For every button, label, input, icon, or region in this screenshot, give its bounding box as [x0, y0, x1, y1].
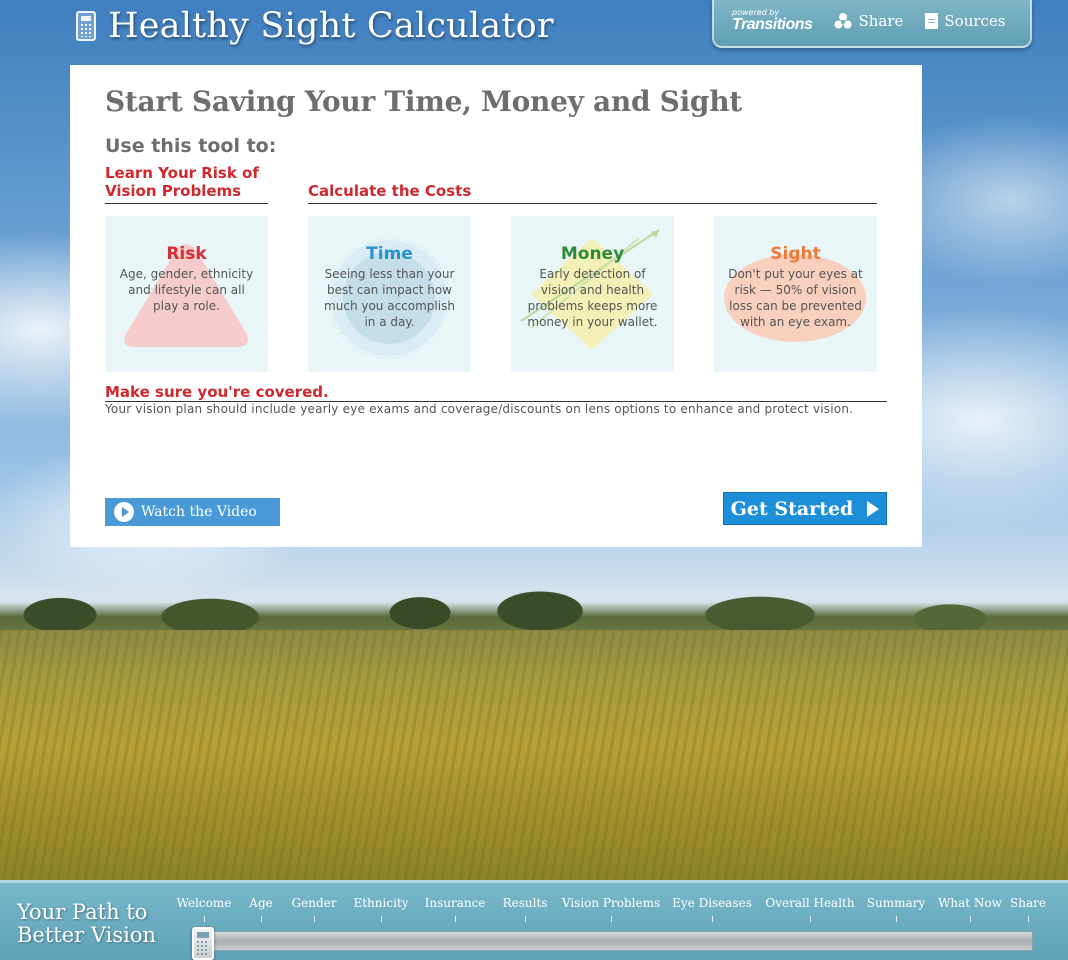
step-age[interactable]: Age [249, 896, 272, 910]
get-started-label: Get Started [730, 497, 854, 520]
step-ethnicity[interactable]: Ethnicity [353, 896, 408, 910]
risk-tile: Risk Age, gender, ethnicity and lifestyl… [105, 216, 268, 372]
step-tick [381, 916, 382, 922]
progress-track[interactable] [213, 931, 1033, 951]
tile-text: Early detection of vision and health pro… [527, 267, 658, 329]
step-eye-diseases[interactable]: Eye Diseases [672, 896, 752, 910]
step-tick [525, 916, 526, 922]
step-tick [1028, 916, 1029, 922]
step-tick [712, 916, 713, 922]
tile-title: Risk [166, 244, 207, 264]
step-tick [314, 916, 315, 922]
progress-footer: Your Path to Better Vision Welcome Age G… [0, 880, 1068, 960]
brand-name: Transitions [732, 16, 813, 33]
arrow-right-icon [867, 500, 880, 517]
time-tile: Time Seeing less than your best can impa… [308, 216, 471, 372]
path-title: Your Path to Better Vision [17, 900, 157, 947]
step-tick [810, 916, 811, 922]
watch-video-button[interactable]: Watch the Video [105, 498, 280, 526]
step-nav: Welcome Age Gender Ethnicity Insurance R… [176, 896, 1056, 926]
background-treeline [0, 575, 1068, 635]
step-tick [261, 916, 262, 922]
step-welcome[interactable]: Welcome [177, 896, 232, 910]
get-started-button[interactable]: Get Started [723, 492, 887, 525]
step-vision-problems[interactable]: Vision Problems [562, 896, 660, 910]
money-tile: Money Early detection of vision and heal… [511, 216, 674, 372]
watch-video-label: Watch the Video [141, 504, 257, 520]
sources-label: Sources [944, 12, 1006, 30]
step-insurance[interactable]: Insurance [425, 896, 486, 910]
covered-heading: Make sure you're covered. [105, 383, 887, 402]
app-title-text: Healthy Sight Calculator [108, 6, 554, 46]
step-share[interactable]: Share [1010, 896, 1046, 910]
tool-label: Use this tool to: [105, 135, 277, 157]
document-icon [925, 13, 939, 29]
step-overall-health[interactable]: Overall Health [765, 896, 854, 910]
step-tick [611, 916, 612, 922]
tile-text: Don't put your eyes at risk — 50% of vis… [728, 267, 863, 329]
intro-card: Start Saving Your Time, Money and Sight … [70, 65, 922, 547]
play-icon [114, 502, 134, 522]
share-link[interactable]: Share [834, 12, 903, 30]
tile-title: Money [560, 244, 625, 264]
share-icon [834, 13, 852, 29]
step-gender[interactable]: Gender [292, 896, 337, 910]
learn-risk-heading: Learn Your Risk of Vision Problems [105, 164, 268, 204]
step-tick [455, 916, 456, 922]
step-tick [970, 916, 971, 922]
tile-title: Sight [770, 244, 821, 264]
step-tick [204, 916, 205, 922]
page-title: Start Saving Your Time, Money and Sight [105, 85, 742, 118]
top-tab: powered by Transitions Share Sources [712, 0, 1032, 48]
calculate-costs-heading: Calculate the Costs [308, 182, 877, 204]
sight-tile: Sight Don't put your eyes at risk — 50% … [714, 216, 877, 372]
covered-text: Your vision plan should include yearly e… [105, 402, 854, 416]
tile-title: Time [366, 244, 413, 264]
progress-slider-handle[interactable] [192, 927, 214, 960]
step-summary[interactable]: Summary [867, 896, 925, 910]
powered-by-logo[interactable]: powered by Transitions [732, 9, 813, 33]
tile-text: Seeing less than your best can impact ho… [324, 267, 455, 329]
step-results[interactable]: Results [503, 896, 548, 910]
app-title: Healthy Sight Calculator [76, 4, 554, 48]
step-what-now[interactable]: What Now [938, 896, 1002, 910]
share-label: Share [858, 12, 904, 30]
step-tick [896, 916, 897, 922]
tile-text: Age, gender, ethnicity and lifestyle can… [119, 267, 254, 313]
sources-link[interactable]: Sources [925, 12, 1006, 30]
calculator-icon [76, 11, 96, 41]
background-field [0, 630, 1068, 890]
